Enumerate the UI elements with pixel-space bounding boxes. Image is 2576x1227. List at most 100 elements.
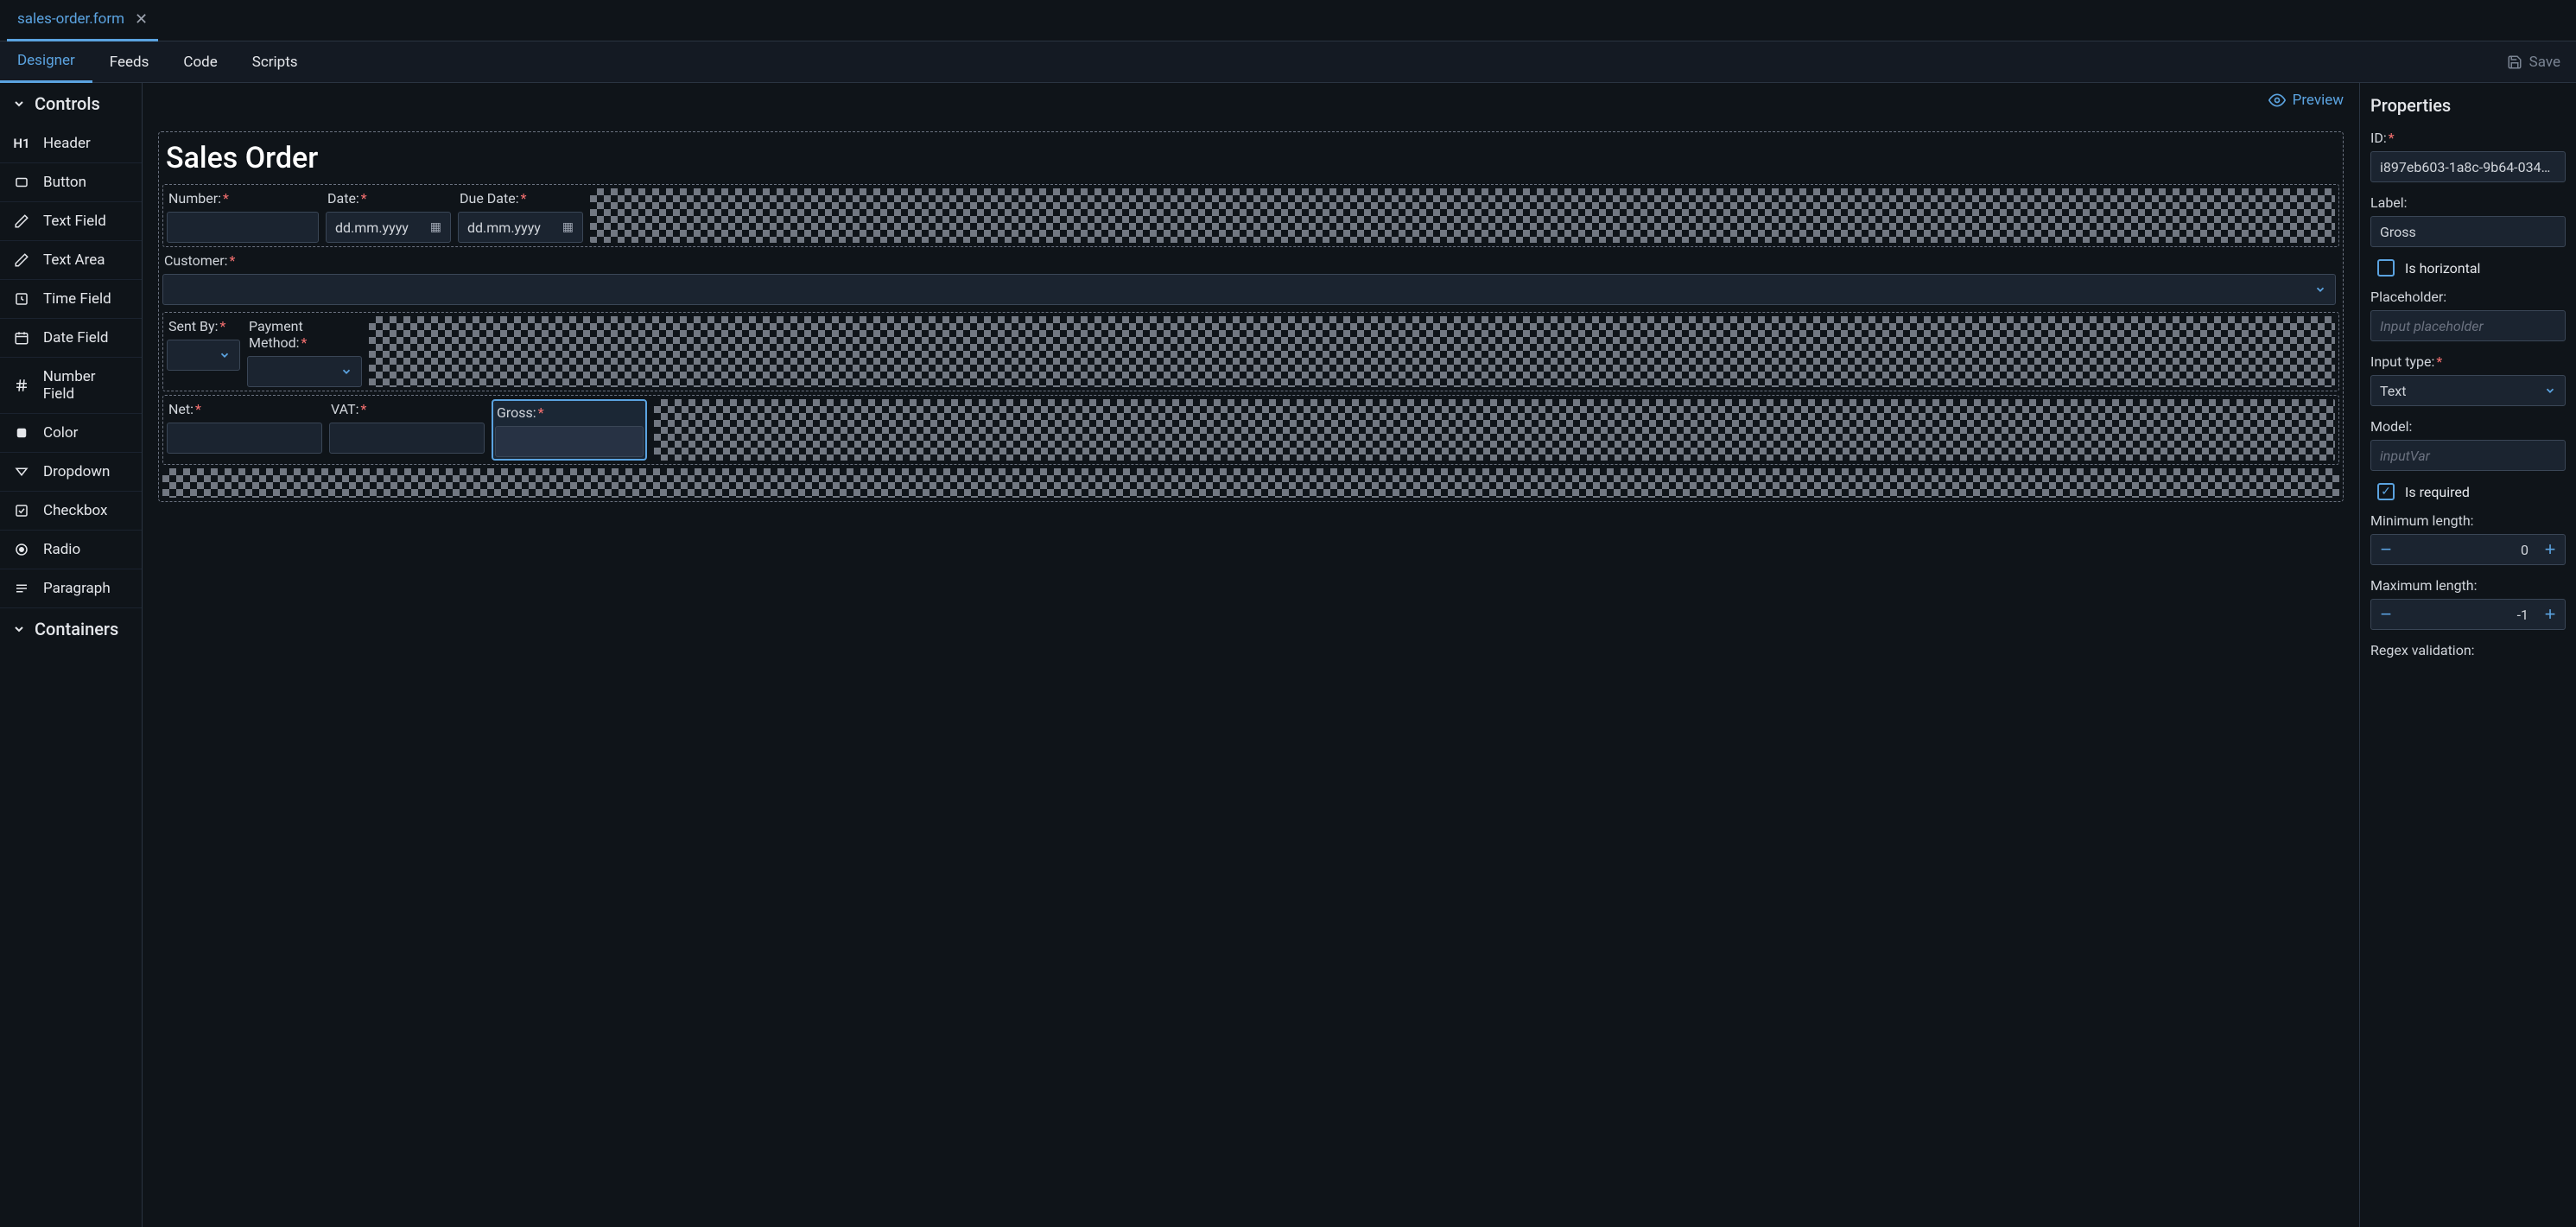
control-dropdown[interactable]: Dropdown	[0, 453, 142, 492]
chevron-down-icon	[2544, 385, 2556, 397]
plus-button[interactable]: +	[2535, 603, 2565, 626]
containers-group-header[interactable]: Containers	[0, 608, 142, 650]
checkbox-icon[interactable]	[2377, 483, 2395, 500]
gross-input[interactable]	[495, 426, 644, 457]
chevron-down-icon	[219, 349, 231, 361]
hash-icon	[12, 378, 31, 393]
calendar-icon[interactable]: ▦	[562, 220, 574, 234]
properties-title: Properties	[2370, 95, 2566, 116]
pencil-icon	[12, 252, 31, 268]
paragraph-icon	[12, 581, 31, 596]
required-marker: *	[2389, 130, 2395, 146]
payment-method-select[interactable]	[247, 356, 362, 387]
prop-model-input[interactable]: inputVar	[2370, 440, 2566, 471]
controls-sidebar: Controls H1 Header Button Text Field Tex…	[0, 83, 143, 1227]
controls-group-header[interactable]: Controls	[0, 83, 142, 124]
tab-feeds[interactable]: Feeds	[92, 41, 167, 83]
design-canvas-wrap: Preview Sales Order Number:* Date:* dd.m…	[143, 83, 2359, 1227]
required-marker: *	[230, 252, 236, 269]
dropdown-icon	[12, 464, 31, 480]
control-time-field[interactable]: Time Field	[0, 280, 142, 319]
due-date-input[interactable]: dd.mm.yyyy ▦	[458, 212, 583, 243]
prop-is-required[interactable]: Is required	[2377, 483, 2566, 500]
form-row[interactable]: Sent By:* Payment Method:*	[162, 312, 2339, 391]
prop-max-length[interactable]: − -1 +	[2370, 599, 2566, 630]
tab-code[interactable]: Code	[166, 41, 234, 83]
eye-icon	[2268, 92, 2286, 109]
required-marker: *	[223, 190, 229, 207]
form-row[interactable]: Net:* VAT:* Gross:*	[162, 395, 2339, 465]
control-checkbox[interactable]: Checkbox	[0, 492, 142, 531]
plus-button[interactable]: +	[2535, 538, 2565, 561]
chevron-down-icon	[340, 366, 352, 378]
checkbox-icon	[12, 503, 31, 518]
control-date-field[interactable]: Date Field	[0, 319, 142, 358]
field-vat[interactable]: VAT:*	[329, 399, 485, 461]
prop-min-length[interactable]: − 0 +	[2370, 534, 2566, 565]
save-button[interactable]: Save	[2507, 54, 2560, 71]
prop-label-input[interactable]: Gross	[2370, 216, 2566, 247]
required-marker: *	[538, 404, 544, 421]
preview-button[interactable]: Preview	[2268, 92, 2344, 109]
form-canvas[interactable]: Sales Order Number:* Date:* dd.mm.yyyy ▦	[158, 131, 2344, 502]
empty-drop-zone[interactable]	[654, 399, 2335, 461]
field-date[interactable]: Date:* dd.mm.yyyy ▦	[326, 188, 451, 243]
required-marker: *	[219, 318, 225, 334]
file-tab[interactable]: sales-order.form ✕	[7, 0, 158, 41]
empty-drop-zone[interactable]	[590, 188, 2335, 243]
clock-icon	[12, 291, 31, 307]
number-input[interactable]	[167, 212, 319, 243]
date-input[interactable]: dd.mm.yyyy ▦	[326, 212, 451, 243]
form-row[interactable]: Number:* Date:* dd.mm.yyyy ▦ Due Date:*	[162, 184, 2339, 247]
file-tab-bar: sales-order.form ✕	[0, 0, 2576, 41]
radio-icon	[12, 542, 31, 557]
prop-id-input[interactable]: i897eb603-1a8c-9b64-0342-0...	[2370, 151, 2566, 182]
control-color[interactable]: Color	[0, 414, 142, 453]
control-text-field[interactable]: Text Field	[0, 202, 142, 241]
empty-drop-zone[interactable]	[369, 316, 2335, 387]
control-radio[interactable]: Radio	[0, 531, 142, 569]
control-text-area[interactable]: Text Area	[0, 241, 142, 280]
chevron-down-icon	[2314, 283, 2326, 296]
customer-select[interactable]	[162, 274, 2336, 305]
required-marker: *	[521, 190, 527, 207]
calendar-icon[interactable]: ▦	[430, 220, 441, 234]
control-number-field[interactable]: Number Field	[0, 358, 142, 414]
vat-input[interactable]	[329, 423, 485, 454]
field-gross[interactable]: Gross:*	[492, 399, 647, 461]
tab-scripts[interactable]: Scripts	[235, 41, 315, 83]
prop-placeholder-input[interactable]: Input placeholder	[2370, 310, 2566, 341]
chevron-down-icon	[12, 97, 26, 111]
control-button[interactable]: Button	[0, 163, 142, 202]
sent-by-select[interactable]	[167, 340, 240, 371]
control-header[interactable]: H1 Header	[0, 124, 142, 163]
header-icon: H1	[12, 136, 31, 151]
field-net[interactable]: Net:*	[167, 399, 322, 461]
field-payment-method[interactable]: Payment Method:*	[247, 316, 362, 387]
button-icon	[12, 175, 31, 190]
tab-designer[interactable]: Designer	[0, 41, 92, 83]
field-customer[interactable]: Customer:*	[162, 251, 2336, 305]
close-icon[interactable]: ✕	[135, 10, 148, 29]
pencil-icon	[12, 213, 31, 229]
color-icon	[12, 425, 31, 441]
form-row[interactable]: Customer:*	[162, 251, 2339, 308]
properties-panel: Properties ID:* i897eb603-1a8c-9b64-0342…	[2359, 83, 2576, 1227]
empty-drop-zone[interactable]	[162, 468, 2339, 498]
chevron-down-icon	[12, 622, 26, 636]
save-icon	[2507, 54, 2522, 70]
field-number[interactable]: Number:*	[167, 188, 319, 243]
minus-button[interactable]: −	[2371, 603, 2401, 626]
field-due-date[interactable]: Due Date:* dd.mm.yyyy ▦	[458, 188, 583, 243]
prop-input-type-select[interactable]: Text	[2370, 375, 2566, 406]
required-marker: *	[360, 401, 366, 417]
form-title[interactable]: Sales Order	[162, 136, 2339, 184]
required-marker: *	[195, 401, 201, 417]
minus-button[interactable]: −	[2371, 538, 2401, 561]
control-paragraph[interactable]: Paragraph	[0, 569, 142, 608]
field-sent-by[interactable]: Sent By:*	[167, 316, 240, 387]
net-input[interactable]	[167, 423, 322, 454]
prop-is-horizontal[interactable]: Is horizontal	[2377, 259, 2566, 277]
required-marker: *	[361, 190, 367, 207]
checkbox-icon[interactable]	[2377, 259, 2395, 277]
